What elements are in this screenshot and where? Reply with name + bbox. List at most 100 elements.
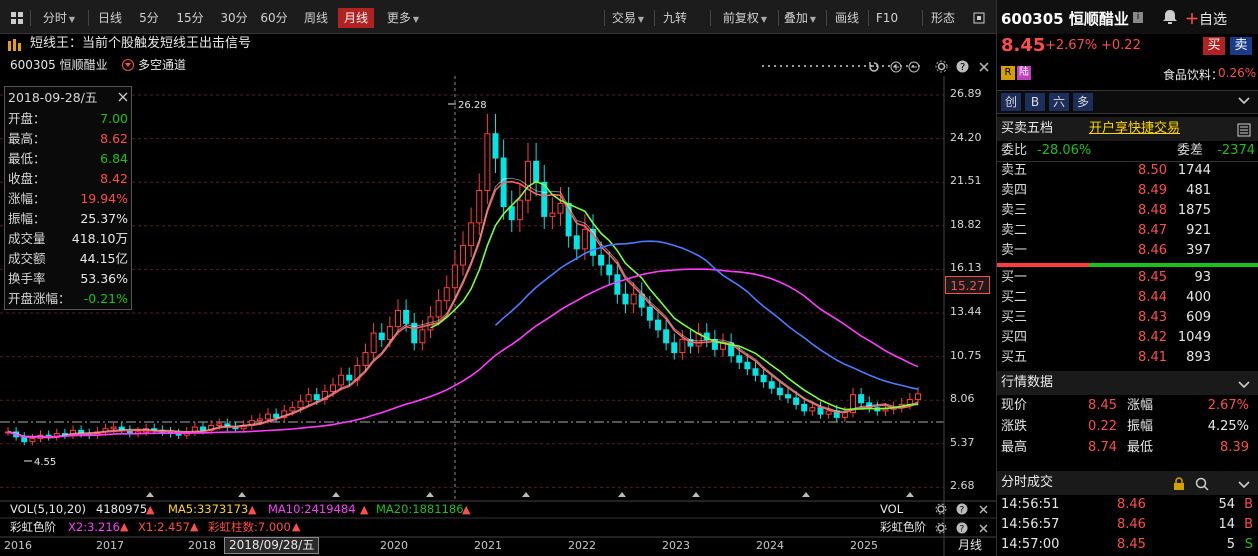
year-label: 2025 bbox=[850, 539, 878, 552]
signal-icon bbox=[8, 38, 22, 51]
draw-button[interactable]: 画线 bbox=[830, 8, 864, 28]
channel-label[interactable]: 多空通道 bbox=[138, 54, 186, 76]
marker-triangle bbox=[332, 492, 340, 497]
ticks-title: 分时成交 bbox=[1001, 475, 1054, 490]
bid-row[interactable]: 买五 8.41 893 bbox=[997, 348, 1258, 368]
jiuzhuan-button[interactable]: 九转 bbox=[658, 8, 692, 28]
quick-trade-link[interactable]: 开户享快捷交易 bbox=[1089, 117, 1180, 141]
quote-stock-title: 600305 恒顺醋业 bbox=[1001, 10, 1129, 28]
adjust-button[interactable]: 前复权 ▼ bbox=[714, 8, 776, 28]
ma20-line bbox=[7, 268, 919, 439]
infobox-label: 开盘涨幅： bbox=[8, 291, 71, 306]
market-value: 8.74 bbox=[1088, 440, 1117, 455]
candle-body bbox=[289, 407, 296, 412]
f10-button[interactable]: F10 bbox=[872, 8, 902, 28]
channel-dropdown-icon[interactable] bbox=[122, 59, 134, 71]
tab-b[interactable]: B bbox=[1025, 93, 1045, 111]
tab-5min[interactable]: 5分 bbox=[134, 8, 164, 28]
tab-duo[interactable]: 多 bbox=[1073, 93, 1093, 111]
candle-body bbox=[809, 407, 816, 412]
ask-row[interactable]: 卖三 8.48 1875 bbox=[997, 201, 1258, 221]
expand-icon[interactable] bbox=[968, 8, 990, 28]
sector-label[interactable]: 食品饮料： bbox=[1163, 66, 1223, 83]
info-icon[interactable]: i bbox=[1133, 12, 1143, 23]
bid-row[interactable]: 买二 8.44 400 bbox=[997, 288, 1258, 308]
period-label[interactable]: 月线 bbox=[946, 537, 994, 554]
tab-monthly[interactable]: 月线 bbox=[338, 8, 374, 28]
candle-body bbox=[606, 264, 613, 276]
kline-chart[interactable]: 26.28 4.55 bbox=[0, 76, 996, 556]
candle-body bbox=[882, 408, 889, 412]
tab-more[interactable]: 更多 ▼ bbox=[380, 8, 426, 28]
rainbow-right-label[interactable]: 彩虹色阶 bbox=[880, 518, 926, 536]
tick-side: B bbox=[1244, 517, 1253, 532]
orderbook-vol: 397 bbox=[1186, 243, 1211, 258]
grid-icon[interactable] bbox=[6, 8, 28, 28]
ask-row[interactable]: 卖一 8.46 397 bbox=[997, 241, 1258, 261]
last-price: 8.45 bbox=[1001, 35, 1046, 56]
tick-volume: 5 bbox=[1226, 537, 1235, 552]
rainbow-indicator-bar: 彩虹色阶 X2:3.216 ▲ X1:2.457 ▲ 彩虹柱数:7.000 ▲ … bbox=[0, 518, 988, 536]
candle-body bbox=[533, 160, 540, 183]
ask-row[interactable]: 卖四 8.49 481 bbox=[997, 181, 1258, 201]
candle-body bbox=[817, 407, 824, 415]
candle-body bbox=[646, 306, 653, 321]
rainbow-count: 彩虹柱数:7.000 bbox=[208, 520, 291, 534]
candle-body bbox=[29, 437, 36, 443]
vol-label[interactable]: VOL(5,10,20) bbox=[10, 501, 86, 518]
tab-60min[interactable]: 60分 bbox=[256, 8, 292, 28]
market-value: 8.39 bbox=[1220, 440, 1249, 455]
buy-button[interactable]: 买 bbox=[1203, 37, 1225, 55]
bid-row[interactable]: 买四 8.42 1049 bbox=[997, 328, 1258, 348]
chevron-down-icon[interactable] bbox=[1237, 95, 1251, 110]
ask-row[interactable]: 卖二 8.47 921 bbox=[997, 221, 1258, 241]
overlay-button[interactable]: 叠加 ▼ bbox=[780, 8, 820, 28]
candle-body bbox=[825, 410, 832, 415]
tab-30min[interactable]: 30分 bbox=[216, 8, 252, 28]
candle-body bbox=[906, 399, 913, 405]
help-icon[interactable]: ? bbox=[956, 503, 968, 520]
tab-daily[interactable]: 日线 bbox=[92, 8, 128, 28]
trade-button[interactable]: 交易 ▼ bbox=[608, 8, 648, 28]
vol-right-label[interactable]: VOL bbox=[880, 501, 903, 518]
candle-body bbox=[362, 352, 369, 367]
pattern-button[interactable]: 形态 bbox=[926, 8, 960, 28]
candle-body bbox=[443, 287, 450, 302]
bid-row[interactable]: 买一 8.45 93 bbox=[997, 268, 1258, 288]
tab-15min[interactable]: 15分 bbox=[172, 8, 208, 28]
candle-body bbox=[460, 245, 466, 266]
market-label: 涨跌 bbox=[1001, 419, 1028, 434]
bid-row[interactable]: 买三 8.43 609 bbox=[997, 308, 1258, 328]
orderbook-vol: 1744 bbox=[1177, 163, 1211, 178]
tick-time: 14:56:57 bbox=[1001, 517, 1060, 532]
close-icon[interactable] bbox=[978, 503, 989, 520]
close-icon[interactable] bbox=[118, 88, 128, 108]
candle-body bbox=[793, 397, 800, 405]
add-watchlist-button[interactable]: ＋自选 bbox=[1185, 9, 1227, 29]
sell-button[interactable]: 卖 bbox=[1230, 37, 1252, 55]
marker-triangle bbox=[146, 492, 154, 497]
orderbook-vol: 1049 bbox=[1177, 330, 1211, 345]
tab-weekly[interactable]: 周线 bbox=[298, 8, 334, 28]
low-label: 4.55 bbox=[34, 457, 56, 468]
rainbow-label[interactable]: 彩虹色阶 bbox=[10, 518, 56, 536]
candle-body bbox=[622, 293, 629, 305]
tab-fenshi[interactable]: 分时 ▼ bbox=[34, 8, 84, 28]
tab-liu[interactable]: 六 bbox=[1049, 93, 1069, 111]
tick-price: 8.46 bbox=[1117, 517, 1146, 532]
ask-row[interactable]: 卖五 8.50 1744 bbox=[997, 161, 1258, 181]
market-value: 8.45 bbox=[1088, 398, 1117, 413]
market-header: 行情数据 bbox=[997, 371, 1258, 395]
bell-icon[interactable] bbox=[1161, 9, 1179, 28]
infobox-row: 开盘： 7.00 bbox=[8, 109, 130, 129]
change-pct: +2.67% bbox=[1045, 38, 1098, 53]
current-price-tag: 15.27 bbox=[945, 276, 990, 294]
candle-body bbox=[110, 426, 117, 430]
candle-body bbox=[573, 235, 580, 250]
year-label: 2018 bbox=[188, 539, 216, 552]
orderbook-title: 买卖五档 bbox=[1001, 121, 1054, 136]
candle-body bbox=[655, 319, 661, 331]
candle-body bbox=[395, 309, 401, 328]
infobox-value: 8.62 bbox=[100, 131, 128, 146]
tab-chuang[interactable]: 创 bbox=[1001, 93, 1021, 111]
